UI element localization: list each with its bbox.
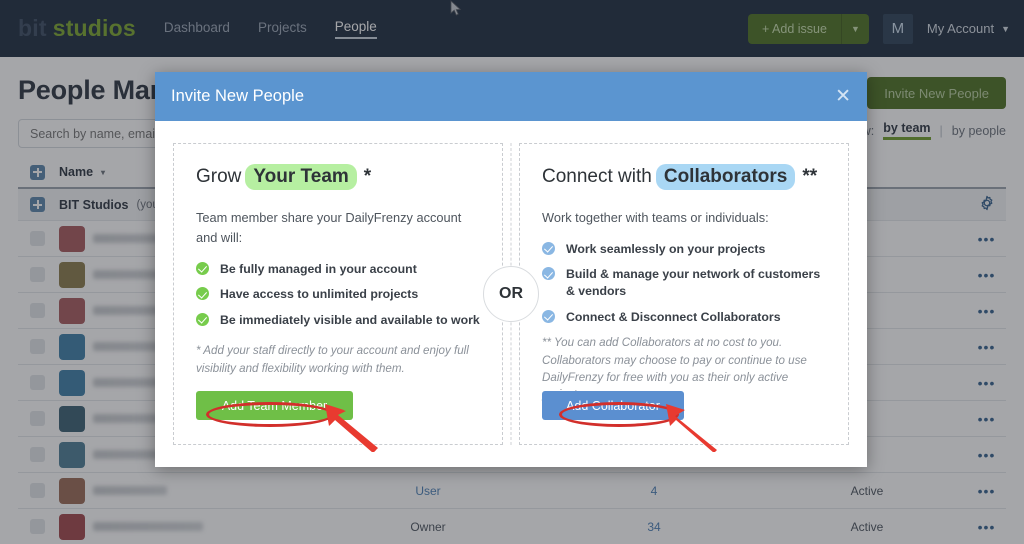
left-panel-lead: Team member share your DailyFrenzy accou… <box>196 210 462 245</box>
list-item: Be fully managed in your account <box>196 261 480 278</box>
add-collaborator-button[interactable]: Add Collaborator <box>542 391 684 420</box>
invite-new-people-modal: Invite New People ✕ OR Grow Your Team * … <box>155 72 867 467</box>
list-item-label: Be immediately visible and available to … <box>220 312 480 327</box>
list-item-label: Have access to unlimited projects <box>220 287 419 302</box>
close-icon[interactable]: ✕ <box>835 87 851 106</box>
list-item-label: Work seamlessly on your projects <box>566 241 766 256</box>
check-circle-icon <box>542 309 555 323</box>
app-root: bit studios Dashboard Projects People + … <box>0 0 1024 544</box>
left-panel-heading: Grow Your Team * <box>196 164 480 190</box>
left-heading-suffix: * <box>363 166 372 187</box>
list-item-label: Build & manage your network of customers… <box>566 267 821 299</box>
connect-with-collaborators-panel: Connect with Collaborators ** Work toget… <box>519 143 849 445</box>
left-heading-highlight: Your Team <box>245 164 357 190</box>
list-item: Be immediately visible and available to … <box>196 312 480 329</box>
grow-your-team-panel: Grow Your Team * Team member share your … <box>173 143 503 445</box>
check-circle-icon <box>196 287 209 301</box>
modal-title: Invite New People <box>171 87 304 105</box>
left-panel-cta-wrap: Add Team Member <box>196 391 353 420</box>
right-heading-suffix: ** <box>802 166 818 187</box>
right-panel-heading: Connect with Collaborators ** <box>542 164 826 190</box>
left-panel-note: * Add your staff directly to your accoun… <box>196 344 469 375</box>
right-panel-lead: Work together with teams or individuals: <box>542 210 769 225</box>
left-heading-prefix: Grow <box>196 166 242 187</box>
modal-body: OR Grow Your Team * Team member share yo… <box>155 121 867 467</box>
modal-header: Invite New People ✕ <box>155 72 867 121</box>
check-circle-icon <box>542 241 555 255</box>
list-item-label: Connect & Disconnect Collaborators <box>566 309 781 324</box>
add-team-member-button[interactable]: Add Team Member <box>196 391 353 420</box>
list-item: Connect & Disconnect Collaborators <box>542 309 826 326</box>
or-divider-badge: OR <box>483 266 539 322</box>
right-panel-feature-list: Work seamlessly on your projects Build &… <box>542 241 826 325</box>
check-circle-icon <box>196 261 209 275</box>
check-circle-icon <box>196 312 209 326</box>
right-heading-prefix: Connect with <box>542 166 652 187</box>
list-item: Work seamlessly on your projects <box>542 241 826 258</box>
check-circle-icon <box>542 267 555 281</box>
right-panel-cta-wrap: Add Collaborator <box>542 391 684 420</box>
list-item-label: Be fully managed in your account <box>220 261 417 276</box>
left-panel-feature-list: Be fully managed in your account Have ac… <box>196 261 480 329</box>
list-item: Build & manage your network of customers… <box>542 266 826 299</box>
right-heading-highlight: Collaborators <box>655 164 796 190</box>
list-item: Have access to unlimited projects <box>196 286 480 303</box>
